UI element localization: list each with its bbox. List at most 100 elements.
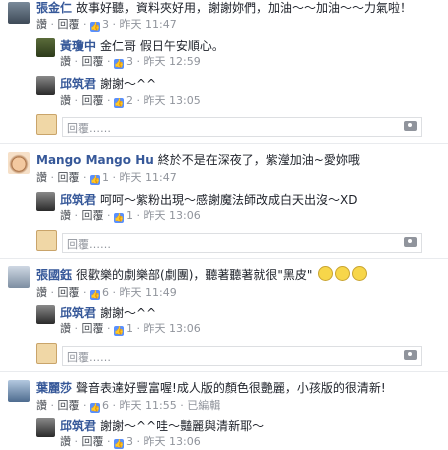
camera-icon[interactable] bbox=[404, 237, 417, 247]
like-link[interactable]: 讚 bbox=[60, 55, 71, 68]
comment-text: Mango Mango Hu 終於不是在深夜了，紫瀅加油~愛妳哦 bbox=[36, 152, 360, 168]
timestamp[interactable]: 昨天 11:55 bbox=[120, 399, 177, 412]
timestamp[interactable]: 昨天 13:06 bbox=[144, 435, 201, 448]
camera-icon[interactable] bbox=[404, 121, 417, 131]
comment-meta: 讚 · 回覆 · 👍 3 · 昨天 11:47 bbox=[36, 18, 177, 32]
comment-meta: 讚 · 回覆 · 👍 2 · 昨天 13:05 bbox=[60, 94, 201, 108]
divider bbox=[0, 371, 448, 372]
timestamp[interactable]: 昨天 13:06 bbox=[144, 209, 201, 222]
reply-input[interactable]: 回覆…… bbox=[62, 346, 422, 366]
commenter-name[interactable]: 張國鈺 bbox=[36, 268, 72, 282]
timestamp[interactable]: 昨天 13:06 bbox=[144, 322, 201, 335]
reply-text: 邱筑君 謝謝～^^ bbox=[60, 76, 156, 92]
thumbs-up-icon: 👍 bbox=[90, 290, 100, 300]
timestamp[interactable]: 昨天 11:47 bbox=[120, 18, 177, 31]
like-count[interactable]: 3 bbox=[126, 55, 133, 68]
timestamp[interactable]: 昨天 12:59 bbox=[144, 55, 201, 68]
thumbs-up-icon: 👍 bbox=[114, 98, 124, 108]
edited-label[interactable]: 已編輯 bbox=[187, 399, 220, 412]
like-count[interactable]: 6 bbox=[102, 399, 109, 412]
comment-text: 張金仁 故事好聽，資料夾好用，謝謝妳們，加油～～加油～～力氣啦！ bbox=[36, 0, 412, 16]
reply-link[interactable]: 回覆 bbox=[58, 286, 80, 299]
reply-link[interactable]: 回覆 bbox=[82, 322, 104, 335]
avatar-ye-lisha[interactable] bbox=[8, 380, 30, 402]
comment-meta: 讚 · 回覆 · 👍 6 · 昨天 11:49 bbox=[36, 286, 177, 300]
avatar-qiu-zhujun[interactable] bbox=[36, 305, 55, 324]
commenter-name[interactable]: 葉麗莎 bbox=[36, 381, 72, 395]
reply-placeholder: 回覆…… bbox=[67, 238, 111, 251]
current-user-avatar bbox=[36, 114, 57, 135]
divider bbox=[0, 258, 448, 259]
like-link[interactable]: 讚 bbox=[60, 94, 71, 107]
comment-body: 金仁哥 假日午安順心。 bbox=[100, 39, 224, 53]
smile-emoji-icon bbox=[335, 266, 351, 281]
reply-link[interactable]: 回覆 bbox=[58, 171, 80, 184]
like-count[interactable]: 3 bbox=[126, 435, 133, 448]
thumbs-up-icon: 👍 bbox=[114, 326, 124, 336]
comment-meta: 讚 · 回覆 · 👍 3 · 昨天 12:59 bbox=[60, 55, 201, 69]
like-link[interactable]: 讚 bbox=[60, 209, 71, 222]
thumbs-up-icon: 👍 bbox=[90, 403, 100, 413]
like-link[interactable]: 讚 bbox=[36, 18, 47, 31]
divider bbox=[0, 143, 448, 144]
commenter-name[interactable]: 邱筑君 bbox=[60, 419, 96, 433]
comment-meta: 讚 · 回覆 · 👍 1 · 昨天 13:06 bbox=[60, 322, 201, 336]
commenter-name[interactable]: 邱筑君 bbox=[60, 77, 96, 91]
comment-meta: 讚 · 回覆 · 👍 1 · 昨天 11:47 bbox=[36, 171, 177, 185]
avatar-zhang-jinren[interactable] bbox=[8, 2, 30, 24]
comment-body: 謝謝～^^ bbox=[100, 77, 157, 91]
like-count[interactable]: 1 bbox=[126, 322, 133, 335]
reply-text: 黃瓊中 金仁哥 假日午安順心。 bbox=[60, 38, 224, 54]
comment-text: 葉麗莎 聲音表達好豐富喔!成人版的顏色很艷麗，小孩版的很清新! bbox=[36, 380, 386, 396]
like-link[interactable]: 讚 bbox=[60, 435, 71, 448]
reply-link[interactable]: 回覆 bbox=[58, 18, 80, 31]
like-link[interactable]: 讚 bbox=[36, 286, 47, 299]
reply-placeholder: 回覆…… bbox=[67, 122, 111, 135]
like-count[interactable]: 2 bbox=[126, 94, 133, 107]
timestamp[interactable]: 昨天 11:49 bbox=[120, 286, 177, 299]
comment-body: 終於不是在深夜了，紫瀅加油~愛妳哦 bbox=[157, 153, 360, 167]
avatar-zhang-guoyu[interactable] bbox=[8, 266, 30, 288]
like-link[interactable]: 讚 bbox=[60, 322, 71, 335]
comment-body: 很歡樂的劇樂部(劇團)，聽著聽著就很"黑皮" bbox=[76, 268, 313, 282]
commenter-name[interactable]: 黃瓊中 bbox=[60, 39, 96, 53]
current-user-avatar bbox=[36, 343, 57, 364]
reply-link[interactable]: 回覆 bbox=[82, 94, 104, 107]
smile-emoji-icon bbox=[318, 266, 334, 281]
like-count[interactable]: 1 bbox=[102, 171, 109, 184]
timestamp[interactable]: 昨天 13:05 bbox=[144, 94, 201, 107]
thumbs-up-icon: 👍 bbox=[90, 22, 100, 32]
timestamp[interactable]: 昨天 11:47 bbox=[120, 171, 177, 184]
like-link[interactable]: 讚 bbox=[36, 399, 47, 412]
commenter-name[interactable]: 邱筑君 bbox=[60, 306, 96, 320]
like-count[interactable]: 3 bbox=[102, 18, 109, 31]
reply-input[interactable]: 回覆…… bbox=[62, 233, 422, 253]
thumbs-up-icon: 👍 bbox=[114, 213, 124, 223]
like-link[interactable]: 讚 bbox=[36, 171, 47, 184]
like-count[interactable]: 6 bbox=[102, 286, 109, 299]
reply-input[interactable]: 回覆…… bbox=[62, 117, 422, 137]
comment-body: 故事好聽，資料夾好用，謝謝妳們，加油～～加油～～力氣啦！ bbox=[76, 1, 413, 15]
reply-text: 邱筑君 謝謝～^^ bbox=[60, 305, 156, 321]
commenter-name[interactable]: 邱筑君 bbox=[60, 193, 96, 207]
reply-link[interactable]: 回覆 bbox=[82, 55, 104, 68]
like-count[interactable]: 1 bbox=[126, 209, 133, 222]
avatar-qiu-zhujun[interactable] bbox=[36, 192, 55, 211]
commenter-name[interactable]: Mango Mango Hu bbox=[36, 153, 154, 167]
camera-icon[interactable] bbox=[404, 350, 417, 360]
comment-meta: 讚 · 回覆 · 👍 6 · 昨天 11:55 · 已編輯 bbox=[36, 399, 221, 413]
commenter-name[interactable]: 張金仁 bbox=[36, 1, 72, 15]
comment-meta: 讚 · 回覆 · 👍 1 · 昨天 13:06 bbox=[60, 209, 201, 223]
avatar-qiu-zhujun[interactable] bbox=[36, 418, 55, 437]
comment-meta: 讚 · 回覆 · 👍 3 · 昨天 13:06 bbox=[60, 435, 201, 449]
reply-link[interactable]: 回覆 bbox=[82, 209, 104, 222]
reply-link[interactable]: 回覆 bbox=[82, 435, 104, 448]
reply-link[interactable]: 回覆 bbox=[58, 399, 80, 412]
comment-body: 呵呵～紫粉出現～感謝魔法師改成白天出沒～XD bbox=[100, 193, 358, 207]
smile-emoji-icon bbox=[352, 266, 368, 281]
avatar-qiu-zhujun[interactable] bbox=[36, 76, 55, 95]
avatar-mango-hu[interactable] bbox=[8, 152, 30, 174]
avatar-huang-qiongzhong[interactable] bbox=[36, 38, 55, 57]
reply-placeholder: 回覆…… bbox=[67, 351, 111, 364]
comment-thread: 張金仁 故事好聽，資料夾好用，謝謝妳們，加油～～加油～～力氣啦！ 讚 · 回覆 ·… bbox=[0, 0, 448, 450]
